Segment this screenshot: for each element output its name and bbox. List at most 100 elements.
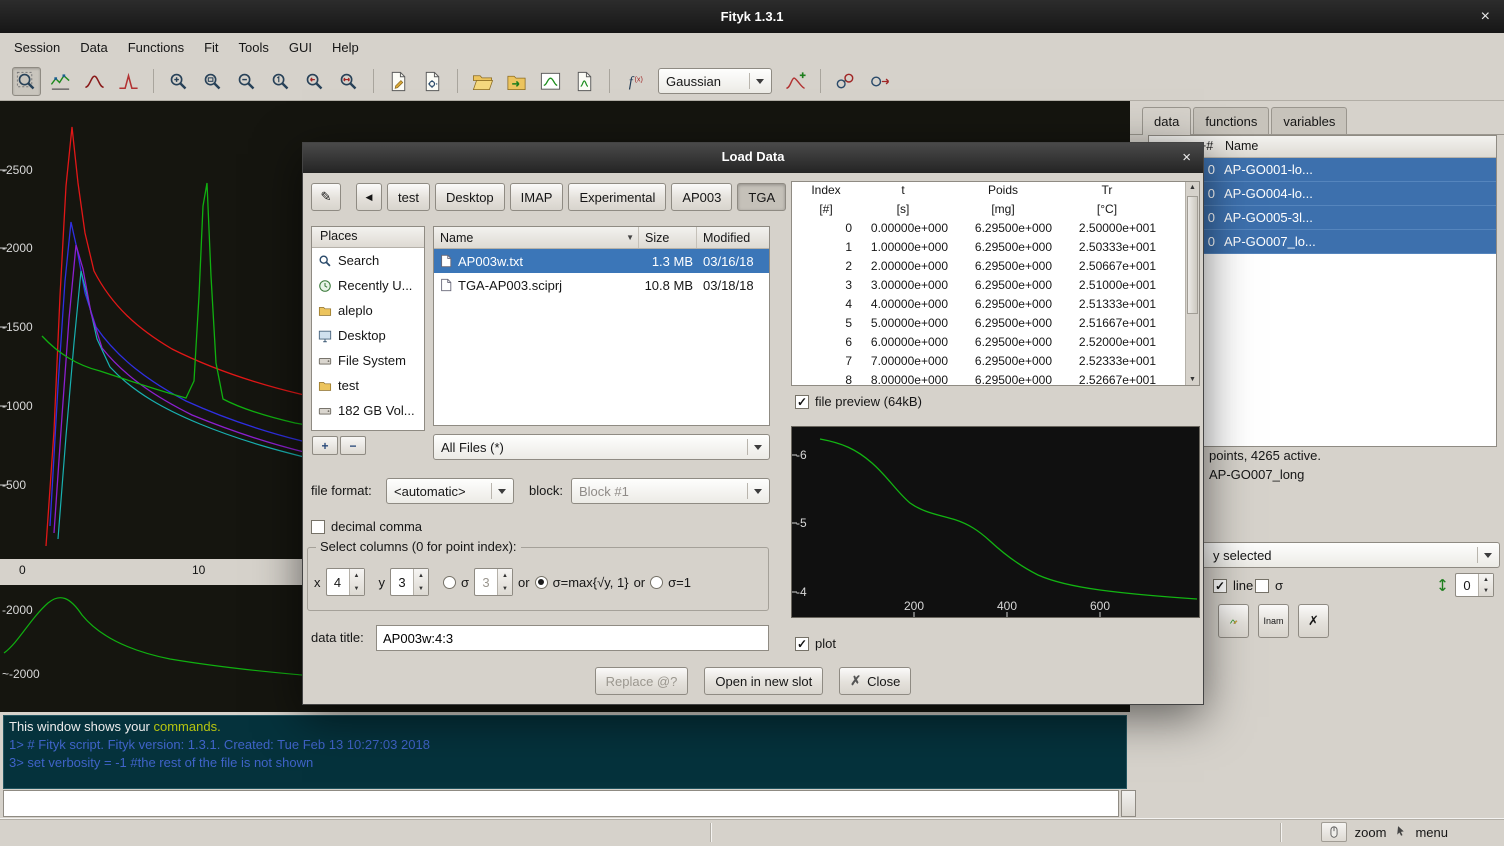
save-image-button[interactable] xyxy=(536,67,565,96)
column-header-modified[interactable]: Modified xyxy=(697,227,769,248)
save-session-button[interactable] xyxy=(570,67,599,96)
peak-draw-mode-button[interactable] xyxy=(114,67,143,96)
block-dropdown[interactable]: Block #1 xyxy=(571,478,770,504)
place-item-aleplo[interactable]: aleplo xyxy=(312,298,424,323)
line-checkbox[interactable]: line xyxy=(1213,578,1253,593)
preview-cell: 0 xyxy=(800,221,858,240)
sigma-column-radio[interactable] xyxy=(443,576,456,589)
peak-type-select[interactable]: Gaussian xyxy=(658,68,772,94)
delete-data-button[interactable]: ✗ xyxy=(1298,604,1329,638)
spinner-arrows[interactable]: ▲▼ xyxy=(349,569,364,595)
zoom-all-button[interactable] xyxy=(334,67,363,96)
file-filter-dropdown[interactable]: All Files (*) xyxy=(433,434,770,460)
tab-functions[interactable]: functions xyxy=(1193,107,1269,134)
zoom-box-button[interactable] xyxy=(198,67,227,96)
menu-help[interactable]: Help xyxy=(322,33,369,62)
edit-location-button[interactable]: ✎ xyxy=(311,183,341,211)
preview-column-header: Tr xyxy=(1058,183,1162,202)
spinner-arrows[interactable]: ▲▼ xyxy=(1478,574,1493,596)
data-title-input[interactable] xyxy=(376,625,769,651)
menu-functions[interactable]: Functions xyxy=(118,33,194,62)
preview-cell: 3.00000e+000 xyxy=(858,278,954,297)
menu-fit[interactable]: Fit xyxy=(194,33,228,62)
sigma-max-radio[interactable] xyxy=(535,576,548,589)
spinner-arrows[interactable]: ▲▼ xyxy=(497,569,512,595)
plot-checkbox[interactable]: plot xyxy=(795,636,836,651)
menu-gui[interactable]: GUI xyxy=(279,33,322,62)
add-peak-button[interactable] xyxy=(781,67,810,96)
path-back-button[interactable]: ◀ xyxy=(356,183,382,211)
file-row-tga-ap003-sciprj[interactable]: TGA-AP003.sciprj10.8 MB03/18/18 xyxy=(434,273,769,297)
zoom-select-mode-button[interactable] xyxy=(12,67,41,96)
add-place-button[interactable]: + xyxy=(312,436,338,455)
sidebar-tabs: data functions variables xyxy=(1142,107,1349,135)
zoom-100-button[interactable] xyxy=(266,67,295,96)
mouse-mode-button[interactable] xyxy=(1321,822,1347,842)
open-file-button[interactable] xyxy=(468,67,497,96)
menu-session[interactable]: Session xyxy=(4,33,70,62)
zoom-in-button[interactable] xyxy=(164,67,193,96)
place-item-test[interactable]: test xyxy=(312,373,424,398)
rename-data-button[interactable]: Inam xyxy=(1258,604,1289,638)
y-column-spinner[interactable]: 3 ▲▼ xyxy=(390,568,429,596)
place-item-182-gb-vol[interactable]: 182 GB Vol... xyxy=(312,398,424,423)
spinner-arrows[interactable]: ▲▼ xyxy=(413,569,428,595)
close-button[interactable]: ✗ Close xyxy=(839,667,911,695)
fit-run-button[interactable] xyxy=(831,67,860,96)
shift-spinner[interactable]: 0 ▲▼ xyxy=(1455,573,1494,597)
window-close-button[interactable]: × xyxy=(1481,8,1490,26)
tab-variables[interactable]: variables xyxy=(1271,107,1347,134)
command-input[interactable] xyxy=(3,790,1119,817)
zoom-out-button[interactable] xyxy=(232,67,261,96)
run-script-button[interactable] xyxy=(384,67,413,96)
menu-data[interactable]: Data xyxy=(70,33,117,62)
preview-cell: 2.52667e+001 xyxy=(1058,373,1162,386)
preview-cell: 1.00000e+000 xyxy=(858,240,954,259)
preview-scrollbar[interactable]: ▲ ▼ xyxy=(1185,182,1199,385)
aux-label: -2000 xyxy=(2,603,33,617)
column-header-name[interactable]: Name xyxy=(1225,139,1258,153)
open-recent-button[interactable] xyxy=(502,67,531,96)
function-draw-mode-button[interactable] xyxy=(80,67,109,96)
file-list: Name ▼ Size Modified AP003w.txt1.3 MB03/… xyxy=(433,226,770,426)
function-type-button[interactable]: f(x) xyxy=(620,67,649,96)
path-button-tga[interactable]: TGA xyxy=(737,183,786,211)
place-item-file-system[interactable]: File System xyxy=(312,348,424,373)
scroll-up-icon[interactable]: ▲ xyxy=(1186,184,1199,191)
fit-continue-button[interactable] xyxy=(865,67,894,96)
sigma-radio-label: σ xyxy=(461,575,469,590)
decimal-comma-checkbox[interactable]: decimal comma xyxy=(311,519,422,534)
scroll-thumb[interactable] xyxy=(1187,196,1198,314)
column-header-size[interactable]: Size xyxy=(639,227,697,248)
tab-data[interactable]: data xyxy=(1142,107,1191,135)
column-header-name[interactable]: Name ▼ xyxy=(434,227,639,248)
zoom-previous-button[interactable] xyxy=(300,67,329,96)
edit-script-button[interactable] xyxy=(418,67,447,96)
path-button-experimental[interactable]: Experimental xyxy=(568,183,666,211)
path-button-test[interactable]: test xyxy=(387,183,430,211)
file-row-ap003w-txt[interactable]: AP003w.txt1.3 MB03/16/18 xyxy=(434,249,769,273)
block-label: block: xyxy=(529,477,563,505)
open-in-new-slot-button[interactable]: Open in new slot xyxy=(704,667,823,695)
place-item-recently-u[interactable]: Recently U... xyxy=(312,273,424,298)
replace-button[interactable]: Replace @? xyxy=(595,667,689,695)
sigma-one-radio[interactable] xyxy=(650,576,663,589)
path-button-imap[interactable]: IMAP xyxy=(510,183,564,211)
preview-plot-curve xyxy=(792,427,1199,617)
sigma-checkbox[interactable]: σ xyxy=(1255,578,1283,593)
place-item-search[interactable]: Search xyxy=(312,248,424,273)
path-button-ap003[interactable]: AP003 xyxy=(671,183,732,211)
scroll-down-icon[interactable]: ▼ xyxy=(1186,376,1199,383)
file-preview-checkbox[interactable]: file preview (64kB) xyxy=(795,394,922,409)
x-column-spinner[interactable]: 4 ▲▼ xyxy=(326,568,365,596)
remove-place-button[interactable]: − xyxy=(340,436,366,455)
edit-data-button[interactable] xyxy=(1218,604,1249,638)
file-format-dropdown[interactable]: <automatic> xyxy=(386,478,514,504)
data-range-mode-button[interactable] xyxy=(46,67,75,96)
input-side-button[interactable] xyxy=(1121,790,1136,817)
sigma-column-spinner[interactable]: 3 ▲▼ xyxy=(474,568,513,596)
dialog-close-button[interactable]: × xyxy=(1182,149,1191,166)
menu-tools[interactable]: Tools xyxy=(229,33,279,62)
path-button-desktop[interactable]: Desktop xyxy=(435,183,505,211)
place-item-desktop[interactable]: Desktop xyxy=(312,323,424,348)
